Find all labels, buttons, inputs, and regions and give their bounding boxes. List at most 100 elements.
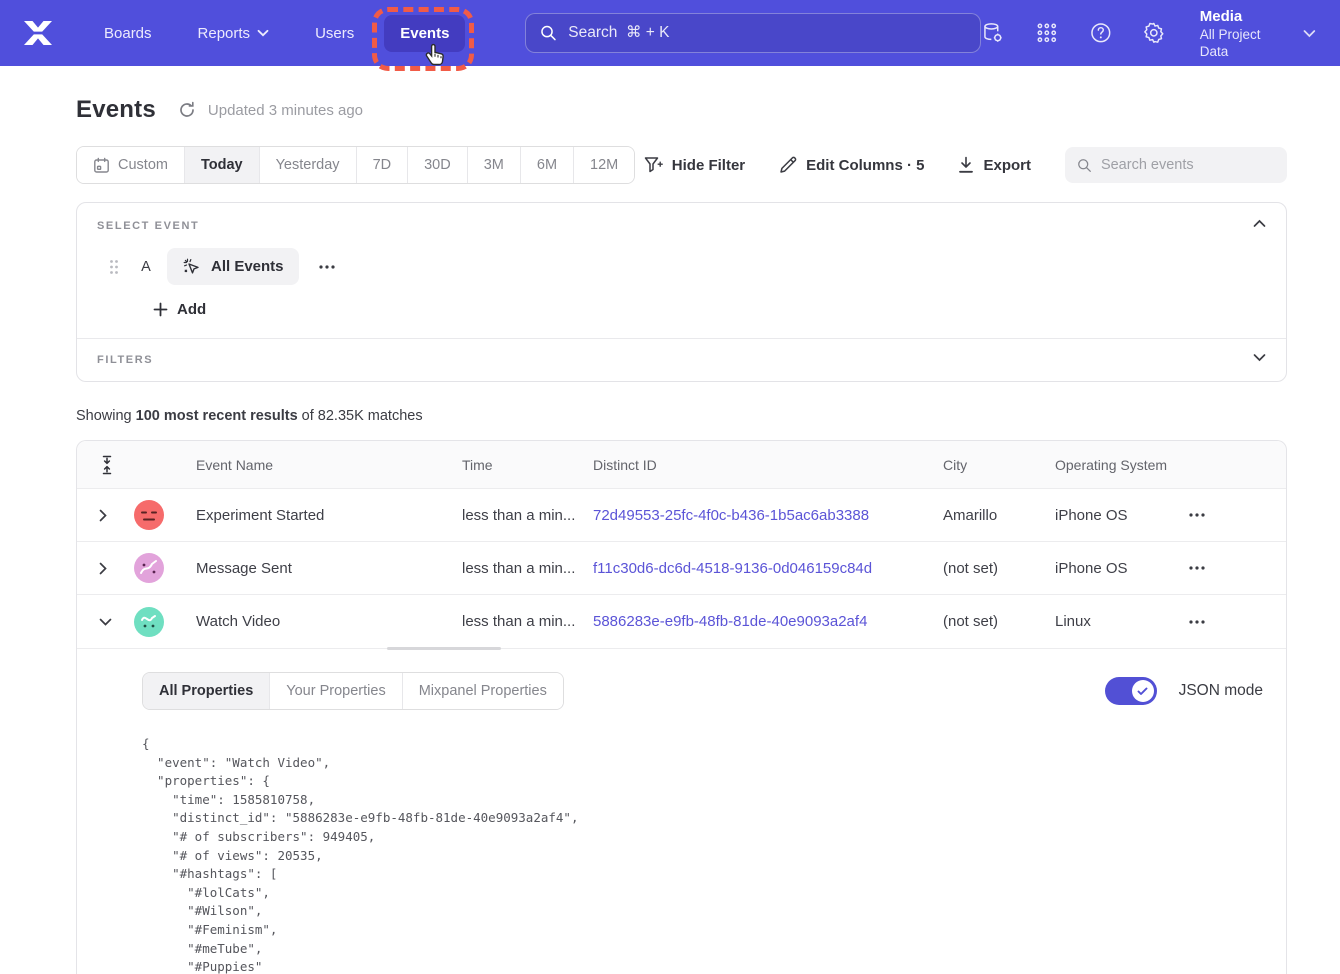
mixpanel-logo-icon[interactable] (22, 19, 54, 47)
toolbar: Custom Today Yesterday 7D 30D 3M 6M 12M … (76, 146, 1287, 184)
hide-filter-button[interactable]: Hide Filter (644, 156, 745, 174)
row-actions-icon[interactable] (1189, 566, 1286, 570)
date-range-30d[interactable]: 30D (408, 147, 468, 183)
date-range-7d[interactable]: 7D (357, 147, 409, 183)
column-header-event-name[interactable]: Event Name (183, 457, 449, 473)
events-page: Events Updated 3 minutes ago Custom Toda… (0, 96, 1340, 974)
collapse-all-rows-icon[interactable] (77, 455, 121, 475)
date-range-today[interactable]: Today (185, 147, 260, 183)
updated-timestamp: Updated 3 minutes ago (208, 102, 363, 119)
date-range-3m[interactable]: 3M (468, 147, 521, 183)
event-avatar (134, 553, 164, 583)
drag-handle-icon[interactable] (109, 259, 119, 275)
select-event-section: SELECT EVENT A (77, 203, 1286, 338)
chevron-down-icon (1303, 29, 1316, 38)
cell-city: (not set) (930, 560, 1042, 577)
cell-time: less than a min... (449, 560, 580, 577)
event-step-letter: A (139, 259, 153, 275)
nav-item-reports[interactable]: Reports (182, 15, 286, 52)
date-range-label: 7D (373, 157, 392, 173)
date-range-label: 12M (590, 157, 618, 173)
cell-event-name[interactable]: Message Sent (183, 560, 449, 577)
nav-item-users[interactable]: Users (299, 15, 370, 52)
cell-event-name[interactable]: Experiment Started (183, 507, 449, 524)
column-header-operating-system[interactable]: Operating System (1042, 457, 1189, 473)
refresh-icon[interactable] (178, 101, 196, 119)
search-events-field[interactable] (1065, 147, 1287, 183)
horizontal-scrollbar-thumb[interactable] (387, 647, 501, 650)
tab-label: All Properties (159, 683, 253, 699)
cell-distinct-id[interactable]: f11c30d6-dc6d-4518-9136-0d046159c84d (580, 560, 930, 577)
cell-event-name[interactable]: Watch Video (183, 613, 449, 630)
settings-icon[interactable] (1142, 21, 1166, 45)
project-name: Media (1200, 7, 1291, 26)
date-range-yesterday[interactable]: Yesterday (260, 147, 357, 183)
query-builder-panel: SELECT EVENT A (76, 202, 1287, 382)
collapse-section-icon[interactable] (1249, 215, 1270, 232)
cell-distinct-id[interactable]: 72d49553-25fc-4f0c-b436-1b5ac6ab3388 (580, 507, 930, 524)
date-range-6m[interactable]: 6M (521, 147, 574, 183)
json-mode-label: JSON mode (1179, 682, 1263, 700)
column-header-city[interactable]: City (930, 457, 1042, 473)
row-actions-icon[interactable] (1189, 620, 1286, 624)
edit-columns-button[interactable]: Edit Columns · 5 (779, 156, 924, 174)
select-event-label: SELECT EVENT (97, 220, 1266, 232)
cell-os: iPhone OS (1042, 507, 1189, 524)
expand-row-icon[interactable] (77, 562, 121, 575)
date-range-label: Custom (118, 157, 168, 173)
apps-grid-icon[interactable] (1035, 21, 1059, 45)
event-row-more-icon[interactable] (313, 263, 341, 271)
results-count: 100 most recent results (136, 408, 298, 424)
date-range-12m[interactable]: 12M (574, 147, 634, 183)
cell-time: less than a min... (449, 507, 580, 524)
toggle-check-icon (1132, 680, 1154, 702)
date-range-control: Custom Today Yesterday 7D 30D 3M 6M 12M (76, 146, 635, 184)
column-header-time[interactable]: Time (449, 457, 580, 473)
search-events-input[interactable] (1101, 157, 1275, 173)
event-avatar (134, 607, 164, 637)
global-search-input[interactable] (568, 24, 966, 42)
date-range-label: 3M (484, 157, 504, 173)
cell-os: Linux (1042, 613, 1189, 630)
nav-item-label: Reports (198, 25, 251, 42)
events-table: Event Name Time Distinct ID City Operati… (76, 440, 1287, 974)
filters-section[interactable]: FILTERS (77, 339, 1286, 381)
global-search[interactable] (525, 13, 981, 53)
toolbar-right-group: Hide Filter Edit Columns · 5 Export (644, 147, 1287, 183)
filter-icon (644, 156, 663, 174)
json-mode-toggle[interactable] (1105, 677, 1157, 705)
search-icon (1077, 157, 1092, 174)
filters-label: FILTERS (97, 354, 1266, 366)
column-header-distinct-id[interactable]: Distinct ID (580, 457, 930, 473)
tab-label: Your Properties (286, 683, 385, 699)
event-row: A All Events (97, 248, 1266, 285)
cell-time: less than a min... (449, 613, 580, 630)
cell-city: Amarillo (930, 507, 1042, 524)
event-cursor-sparkle-icon (182, 257, 202, 277)
expand-section-icon[interactable] (1249, 349, 1270, 366)
event-selector-pill[interactable]: All Events (167, 248, 299, 285)
tab-all-properties[interactable]: All Properties (143, 673, 270, 709)
results-summary: Showing 100 most recent results of 82.35… (76, 408, 1287, 424)
export-button[interactable]: Export (958, 156, 1031, 174)
row-actions-icon[interactable] (1189, 513, 1286, 517)
nav-item-boards[interactable]: Boards (88, 15, 168, 52)
expand-row-icon[interactable] (77, 509, 121, 522)
cell-os: iPhone OS (1042, 560, 1189, 577)
tab-label: Mixpanel Properties (419, 683, 547, 699)
date-range-custom[interactable]: Custom (77, 147, 185, 183)
cell-distinct-id[interactable]: 5886283e-e9fb-48fb-81de-40e9093a2af4 (580, 613, 930, 630)
nav-item-label: Boards (104, 25, 152, 42)
cell-city: (not set) (930, 613, 1042, 630)
help-icon[interactable] (1089, 21, 1113, 45)
event-json-view: { "event": "Watch Video", "properties": … (142, 735, 1266, 974)
tab-your-properties[interactable]: Your Properties (270, 673, 402, 709)
chevron-down-icon (257, 29, 269, 37)
collapse-row-icon[interactable] (77, 618, 121, 626)
project-selector[interactable]: Media All Project Data (1200, 7, 1316, 60)
tab-mixpanel-properties[interactable]: Mixpanel Properties (403, 673, 563, 709)
nav-item-events[interactable]: Events (384, 15, 465, 52)
export-label: Export (983, 157, 1031, 174)
add-event-button[interactable]: Add (153, 301, 1266, 318)
data-management-icon[interactable] (981, 21, 1005, 45)
